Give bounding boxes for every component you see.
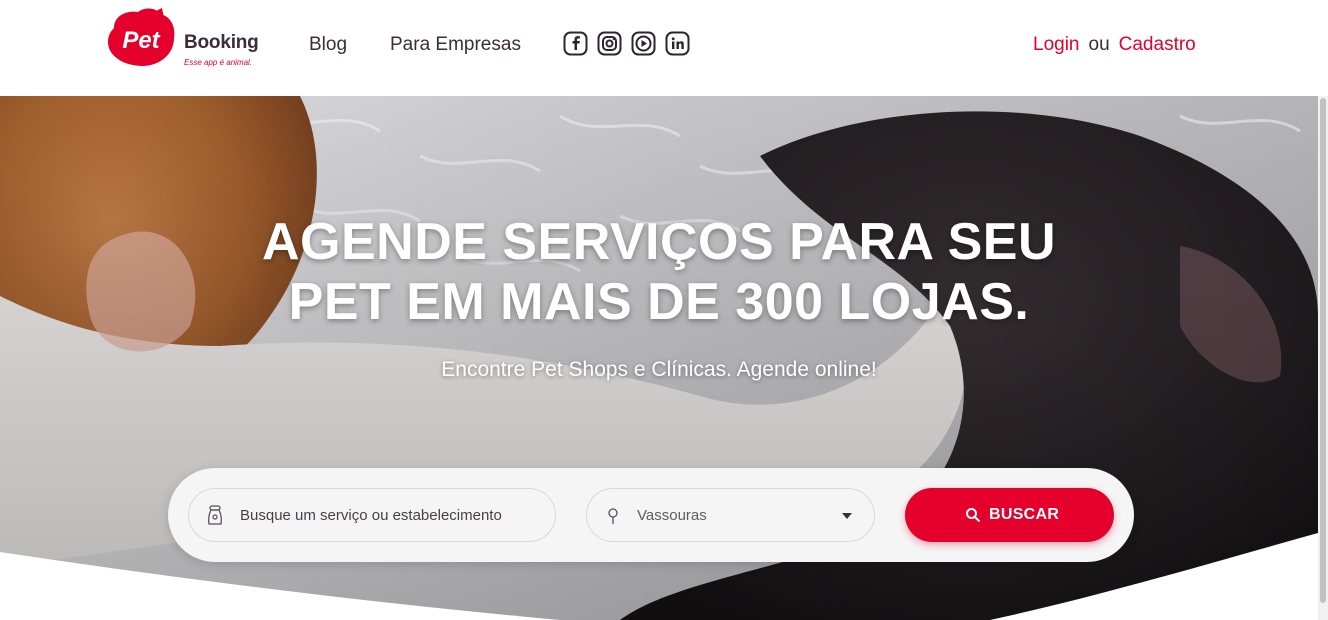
hero-headline: AGENDE SERVIÇOS PARA SEU PET EM MAIS DE … <box>0 212 1318 332</box>
pet-logo-icon: Pet <box>108 8 175 66</box>
service-search-input[interactable]: Busque um serviço ou estabelecimento <box>240 507 502 524</box>
auth-separator: ou <box>1088 34 1110 55</box>
pet-service-icon <box>207 505 223 525</box>
brand-logo[interactable]: Pet Booking Esse app é animal. <box>104 8 264 70</box>
search-button-label: BUSCAR <box>989 506 1060 523</box>
facebook-icon[interactable] <box>563 31 588 56</box>
svg-text:Pet: Pet <box>122 27 160 54</box>
signup-link[interactable]: Cadastro <box>1119 34 1196 55</box>
location-pin-icon <box>608 508 618 524</box>
hero-headline-line1: AGENDE SERVIÇOS PARA SEU <box>261 213 1057 271</box>
search-button[interactable]: BUSCAR <box>905 488 1114 542</box>
nav-blog[interactable]: Blog <box>309 34 347 56</box>
search-bar: Busque um serviço ou estabelecimento Vas… <box>168 468 1134 562</box>
scrollbar-thumb[interactable] <box>1320 98 1326 603</box>
login-link[interactable]: Login <box>1033 34 1080 55</box>
city-select-value: Vassouras <box>637 507 707 524</box>
auth-links: Login ou Cadastro <box>1033 34 1196 56</box>
hero-headline-line2: PET EM MAIS DE 300 LOJAS. <box>288 273 1030 331</box>
service-search-field[interactable]: Busque um serviço ou estabelecimento <box>188 488 556 542</box>
brand-tagline: Esse app é animal. <box>184 58 253 67</box>
chevron-down-icon <box>842 513 852 519</box>
instagram-icon[interactable] <box>597 31 622 56</box>
hero-section: AGENDE SERVIÇOS PARA SEU PET EM MAIS DE … <box>0 96 1328 620</box>
linkedin-icon[interactable] <box>665 31 690 56</box>
site-header: Pet Booking Esse app é animal. Blog Para… <box>0 0 1328 96</box>
page-scrollbar[interactable] <box>1318 96 1328 620</box>
brand-name: Booking <box>184 32 259 53</box>
youtube-icon[interactable] <box>631 31 656 56</box>
hero-subheadline: Encontre Pet Shops e Clínicas. Agende on… <box>441 358 877 381</box>
nav-para-empresas[interactable]: Para Empresas <box>390 34 521 56</box>
search-icon <box>966 508 980 522</box>
city-select[interactable]: Vassouras <box>586 488 875 542</box>
